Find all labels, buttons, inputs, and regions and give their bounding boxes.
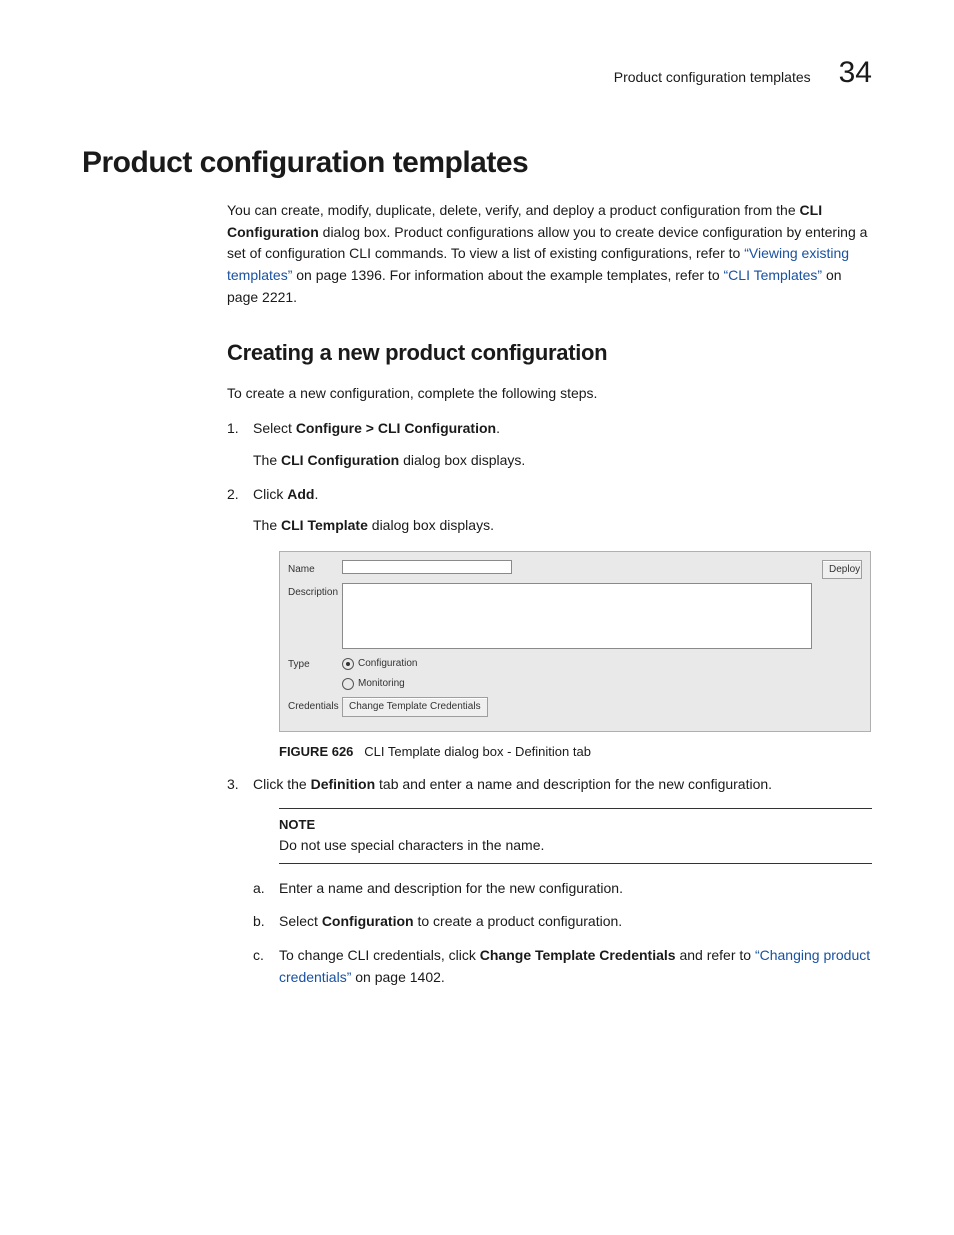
text: The xyxy=(253,452,281,468)
step-result: The CLI Configuration dialog box display… xyxy=(253,450,872,472)
step-1: Select Configure > CLI Configuration. Th… xyxy=(227,418,872,471)
cli-template-dialog: Name Description Type xyxy=(279,551,871,732)
radio-monitoring[interactable]: Monitoring xyxy=(342,676,417,692)
running-title: Product configuration templates xyxy=(614,69,811,85)
text: dialog box displays. xyxy=(368,517,494,533)
text: You can create, modify, duplicate, delet… xyxy=(227,202,800,218)
text: tab and enter a name and description for… xyxy=(375,776,772,792)
intro-paragraph: You can create, modify, duplicate, delet… xyxy=(227,200,872,308)
step-2: Click Add. The CLI Template dialog box d… xyxy=(227,484,872,763)
text: to create a product configuration. xyxy=(414,913,623,929)
note-text: Do not use special characters in the nam… xyxy=(279,835,872,857)
subsection-title: Creating a new product configuration xyxy=(227,336,872,370)
label-name: Name xyxy=(288,560,334,578)
dialog-form: Name Description Type xyxy=(288,560,814,723)
text: Click xyxy=(253,486,287,502)
text: The xyxy=(253,517,281,533)
note-box: NOTE Do not use special characters in th… xyxy=(279,808,872,864)
note-label: NOTE xyxy=(279,815,872,835)
label-type: Type xyxy=(288,655,334,673)
row-credentials: Credentials Change Template Credentials xyxy=(288,697,814,717)
deploy-button[interactable]: Deploy xyxy=(822,560,862,580)
description-textarea[interactable] xyxy=(342,583,812,649)
radio-configuration[interactable]: Configuration xyxy=(342,656,417,672)
change-template-credentials-button[interactable]: Change Template Credentials xyxy=(342,697,488,717)
text: and refer to xyxy=(676,947,755,963)
lead-text: To create a new configuration, complete … xyxy=(227,383,872,405)
figure-626: Name Description Type xyxy=(279,551,872,762)
figure-label: FIGURE 626 xyxy=(279,744,353,759)
label-credentials: Credentials xyxy=(288,697,334,715)
running-header: Product configuration templates 34 xyxy=(82,56,872,90)
text: To change CLI credentials, click xyxy=(279,947,480,963)
section-title: Product configuration templates xyxy=(82,146,872,180)
substep-a: Enter a name and description for the new… xyxy=(253,878,872,900)
term: Configuration xyxy=(322,913,414,929)
term: Add xyxy=(287,486,314,502)
radio-dot-icon xyxy=(342,678,354,690)
term: Definition xyxy=(311,776,376,792)
radio-label: Monitoring xyxy=(358,676,405,692)
step-3: Click the Definition tab and enter a nam… xyxy=(227,774,872,988)
substep-b: Select Configuration to create a product… xyxy=(253,911,872,933)
name-input[interactable] xyxy=(342,560,512,574)
text: Select xyxy=(253,420,296,436)
step-result: The CLI Template dialog box displays. xyxy=(253,515,872,537)
chapter-number: 34 xyxy=(839,56,872,90)
term: CLI Configuration xyxy=(281,452,399,468)
body: You can create, modify, duplicate, delet… xyxy=(227,200,872,988)
label-description: Description xyxy=(288,583,334,601)
text: on page 1402. xyxy=(351,969,444,985)
text: Click the xyxy=(253,776,311,792)
substep-c: To change CLI credentials, click Change … xyxy=(253,945,872,988)
term: CLI Template xyxy=(281,517,368,533)
steps-list: Select Configure > CLI Configuration. Th… xyxy=(227,418,872,988)
figure-caption-text: CLI Template dialog box - Definition tab xyxy=(364,744,591,759)
text: Enter a name and description for the new… xyxy=(279,880,623,896)
substeps-list: Enter a name and description for the new… xyxy=(253,878,872,989)
term: Change Template Credentials xyxy=(480,947,676,963)
page: Product configuration templates 34 Produ… xyxy=(0,0,954,1235)
row-name: Name xyxy=(288,560,814,578)
text: Select xyxy=(279,913,322,929)
link-cli-templates[interactable]: “CLI Templates” xyxy=(724,267,823,283)
text: . xyxy=(314,486,318,502)
text: on page 1396. For information about the … xyxy=(292,267,723,283)
row-description: Description xyxy=(288,583,814,649)
menu-path: Configure > CLI Configuration xyxy=(296,420,496,436)
radio-dot-icon xyxy=(342,658,354,670)
dialog-sidebar: Deploy xyxy=(822,560,862,723)
type-radiogroup: Configuration Monitoring xyxy=(342,655,417,691)
text: dialog box displays. xyxy=(399,452,525,468)
row-type: Type Configuration Monitoring xyxy=(288,655,814,691)
radio-label: Configuration xyxy=(358,656,417,672)
text: . xyxy=(496,420,500,436)
figure-caption: FIGURE 626 CLI Template dialog box - Def… xyxy=(279,742,872,762)
